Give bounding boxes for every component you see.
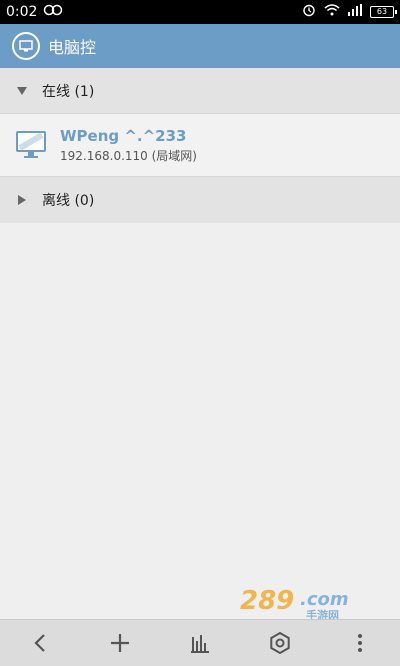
app-title: 电脑控 <box>48 38 97 57</box>
bottom-navigation <box>0 619 400 666</box>
monitor-icon <box>16 131 46 159</box>
group-offline[interactable]: 离线 (0) <box>0 177 400 223</box>
back-icon[interactable] <box>20 623 60 663</box>
status-time: 0:02 <box>6 4 38 20</box>
svg-text:289: 289 <box>240 586 294 616</box>
watermark-logo: 289 .com 手游网 <box>238 585 378 622</box>
group-offline-label: 离线 (0) <box>42 193 95 209</box>
status-bar: 0:02 63 <box>0 0 400 24</box>
alarm-icon <box>302 3 316 21</box>
expanded-arrow-icon <box>14 83 30 99</box>
add-icon[interactable] <box>100 623 140 663</box>
svg-text:.com: .com <box>300 589 349 610</box>
wifi-icon <box>324 4 340 20</box>
settings-icon[interactable] <box>260 623 300 663</box>
group-online[interactable]: 在线 (1) <box>0 68 400 114</box>
app-header: 电脑控 <box>0 24 400 68</box>
monitor-circle-icon[interactable] <box>12 32 40 60</box>
signal-icon <box>348 4 362 20</box>
group-online-label: 在线 (1) <box>42 84 95 100</box>
infinity-icon <box>43 4 63 20</box>
device-row[interactable]: WPeng ^.^233 192.168.0.110 (局域网) <box>0 114 400 176</box>
device-name: WPeng ^.^233 <box>60 126 187 145</box>
device-address: 192.168.0.110 (局域网) <box>60 148 197 163</box>
battery-icon: 63 <box>370 6 397 18</box>
collapsed-arrow-icon <box>14 192 30 208</box>
more-icon[interactable] <box>340 623 380 663</box>
chart-icon[interactable] <box>180 623 220 663</box>
